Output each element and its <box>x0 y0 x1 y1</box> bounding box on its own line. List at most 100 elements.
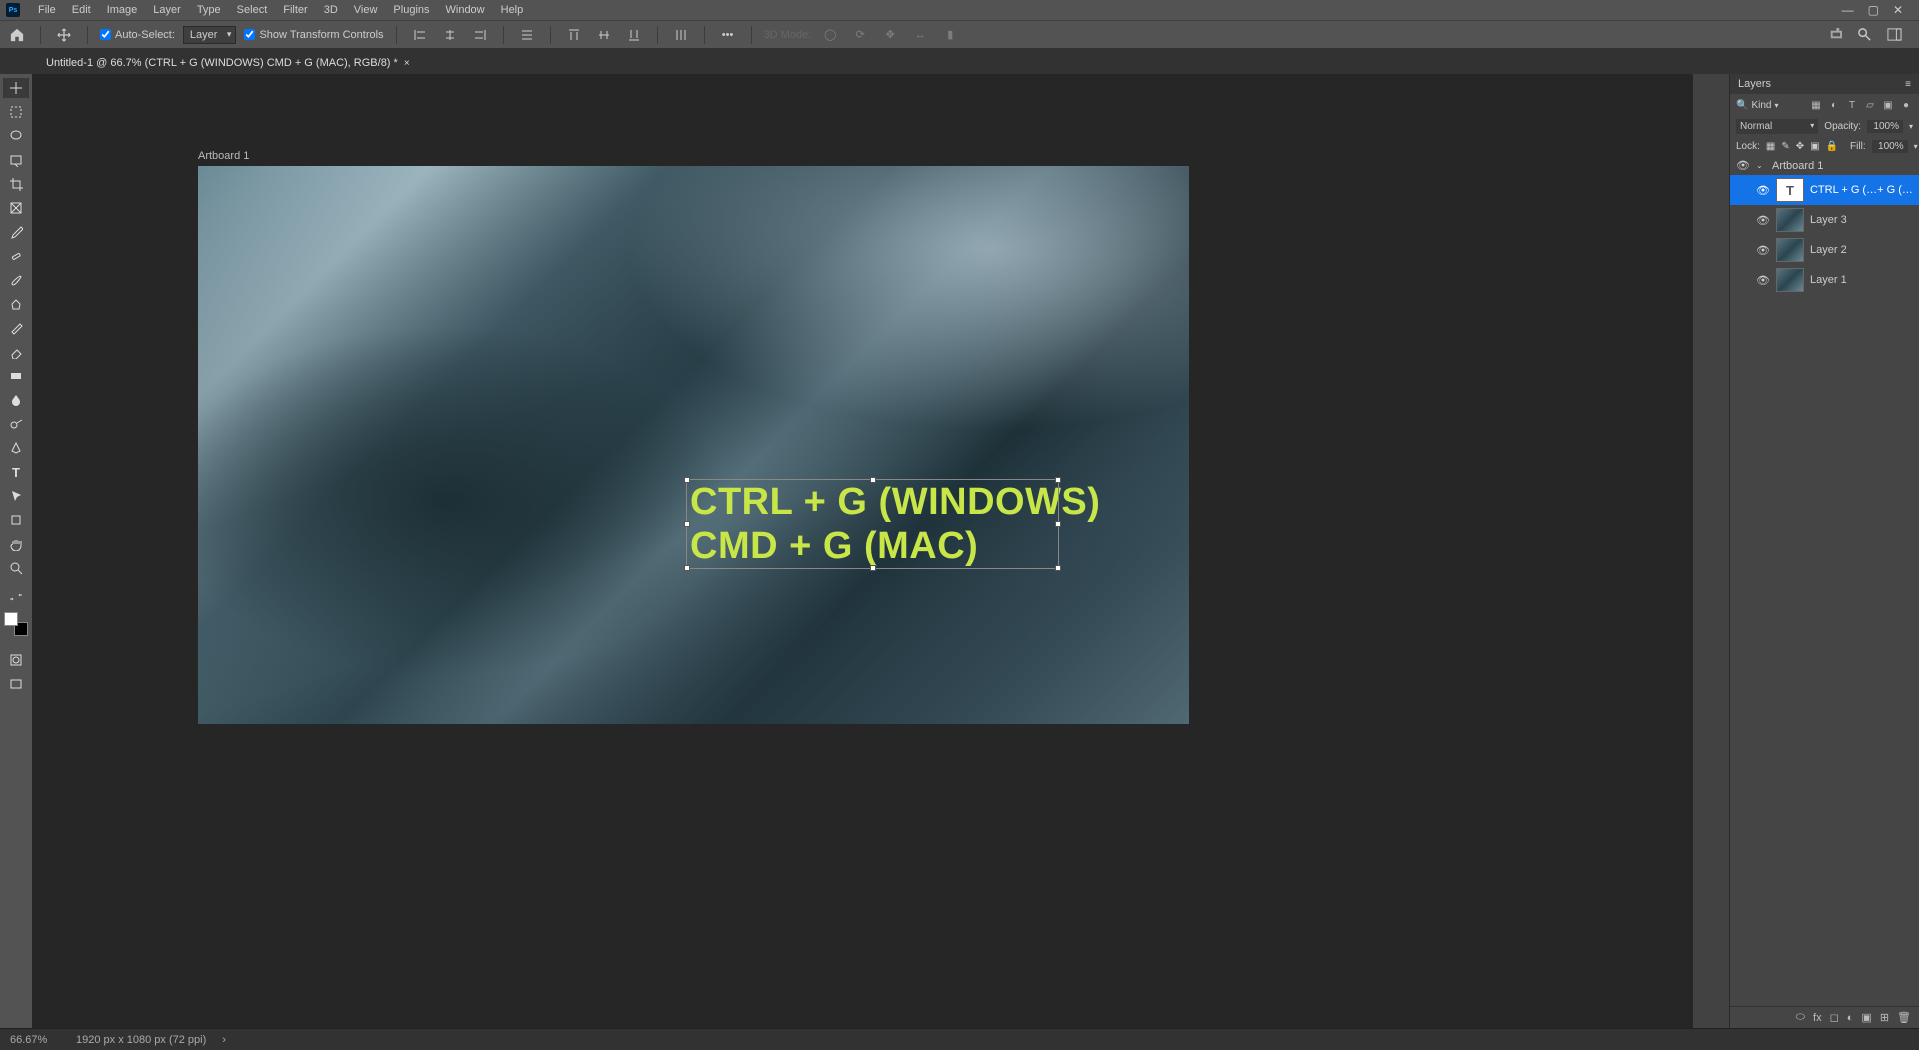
lasso-tool[interactable] <box>3 126 29 146</box>
menu-file[interactable]: File <box>30 4 64 16</box>
menu-type[interactable]: Type <box>189 4 229 16</box>
visibility-toggle-icon[interactable]: 👁 <box>1756 184 1770 197</box>
filter-toggle-icon[interactable]: ● <box>1899 98 1913 112</box>
panel-menu-icon[interactable]: ≡ <box>1905 79 1911 90</box>
share-icon[interactable] <box>1823 24 1845 46</box>
layer-artboard[interactable]: 👁 ⌄ Artboard 1 <box>1730 156 1919 175</box>
pen-tool[interactable] <box>3 438 29 458</box>
layer-item[interactable]: 👁 Layer 1 <box>1730 265 1919 295</box>
menu-layer[interactable]: Layer <box>145 4 189 16</box>
3d-pan-icon[interactable]: ✥ <box>879 24 901 46</box>
crop-tool[interactable] <box>3 174 29 194</box>
visibility-toggle-icon[interactable]: 👁 <box>1756 214 1770 227</box>
eraser-tool[interactable] <box>3 342 29 362</box>
layer-item-text[interactable]: 👁 T CTRL + G (…+ G (MAC) <box>1730 175 1919 205</box>
fill-value[interactable]: 100% <box>1872 140 1908 153</box>
align-hcenter-icon[interactable] <box>439 24 461 46</box>
minimize-button[interactable]: — <box>1842 3 1854 17</box>
status-caret-icon[interactable]: › <box>222 1034 226 1046</box>
path-select-tool[interactable] <box>3 486 29 506</box>
maximize-button[interactable]: ▢ <box>1868 3 1879 17</box>
move-tool-icon[interactable] <box>53 24 75 46</box>
handle-bottom-left[interactable] <box>684 565 690 571</box>
zoom-tool[interactable] <box>3 558 29 578</box>
visibility-toggle-icon[interactable]: 👁 <box>1756 244 1770 257</box>
3d-orbit-icon[interactable]: ◯ <box>819 24 841 46</box>
menu-edit[interactable]: Edit <box>64 4 99 16</box>
screen-mode-tool[interactable] <box>3 674 29 694</box>
handle-bottom-center[interactable] <box>870 565 876 571</box>
quick-mask-tool[interactable] <box>3 650 29 670</box>
artboard-label[interactable]: Artboard 1 <box>198 150 249 162</box>
layer-item[interactable]: 👁 Layer 3 <box>1730 205 1919 235</box>
lock-all-icon[interactable]: 🔒 <box>1826 141 1838 152</box>
filter-adjustment-icon[interactable]: ◐ <box>1827 98 1841 112</box>
handle-bottom-right[interactable] <box>1055 565 1061 571</box>
align-left-icon[interactable] <box>409 24 431 46</box>
align-right-icon[interactable] <box>469 24 491 46</box>
layer-thumbnail[interactable]: T <box>1776 178 1804 202</box>
menu-plugins[interactable]: Plugins <box>385 4 437 16</box>
gradient-tool[interactable] <box>3 366 29 386</box>
align-bottom-icon[interactable] <box>623 24 645 46</box>
frame-tool[interactable] <box>3 198 29 218</box>
filter-pixel-icon[interactable]: ▦ <box>1809 98 1823 112</box>
layer-thumbnail[interactable] <box>1776 208 1804 232</box>
filter-shape-icon[interactable]: ▱ <box>1863 98 1877 112</box>
type-tool[interactable]: T <box>3 462 29 482</box>
filter-smart-icon[interactable]: ▣ <box>1881 98 1895 112</box>
menu-help[interactable]: Help <box>493 4 532 16</box>
delete-layer-icon[interactable]: 🗑 <box>1897 1011 1911 1024</box>
history-brush-tool[interactable] <box>3 318 29 338</box>
transform-bounding-box[interactable] <box>686 479 1059 569</box>
menu-image[interactable]: Image <box>99 4 146 16</box>
lock-transparency-icon[interactable]: ▦ <box>1766 141 1775 152</box>
handle-top-center[interactable] <box>870 477 876 483</box>
lock-artboard-icon[interactable]: ▣ <box>1810 141 1819 152</box>
color-swatches[interactable] <box>4 612 28 636</box>
document-dimensions[interactable]: 1920 px x 1080 px (72 ppi) <box>76 1034 206 1046</box>
menu-3d[interactable]: 3D <box>316 4 346 16</box>
artboard-tool[interactable] <box>3 102 29 122</box>
menu-filter[interactable]: Filter <box>275 4 315 16</box>
menu-select[interactable]: Select <box>229 4 276 16</box>
layer-thumbnail[interactable] <box>1776 238 1804 262</box>
distribute-icon[interactable] <box>516 24 538 46</box>
document-tab[interactable]: Untitled-1 @ 66.7% (CTRL + G (WINDOWS) C… <box>36 52 420 74</box>
object-select-tool[interactable] <box>3 150 29 170</box>
filter-kind-dropdown[interactable]: 🔍 Kind ▾ <box>1736 100 1778 111</box>
handle-top-left[interactable] <box>684 477 690 483</box>
layer-thumbnail[interactable] <box>1776 268 1804 292</box>
layer-mask-icon[interactable]: ◻ <box>1830 1011 1839 1024</box>
auto-select-input[interactable] <box>100 29 111 40</box>
healing-tool[interactable] <box>3 246 29 266</box>
menu-window[interactable]: Window <box>438 4 493 16</box>
3d-roll-icon[interactable]: ⟳ <box>849 24 871 46</box>
new-layer-icon[interactable]: ⊞ <box>1880 1011 1889 1024</box>
handle-mid-right[interactable] <box>1055 521 1061 527</box>
blur-tool[interactable] <box>3 390 29 410</box>
clone-tool[interactable] <box>3 294 29 314</box>
group-layers-icon[interactable]: ▣ <box>1861 1011 1871 1024</box>
show-transform-input[interactable] <box>244 29 255 40</box>
artboard[interactable]: CTRL + G (WINDOWS) CMD + G (MAC) <box>198 166 1189 724</box>
collapsed-panel-strip[interactable] <box>1693 74 1729 1028</box>
opacity-value[interactable]: 100% <box>1867 120 1903 133</box>
home-icon[interactable] <box>6 24 28 46</box>
move-tool[interactable] <box>3 78 29 98</box>
align-top-icon[interactable] <box>563 24 585 46</box>
link-layers-icon[interactable]: ⬭ <box>1796 1011 1805 1024</box>
color-swap-icon[interactable] <box>3 592 29 602</box>
workspace-icon[interactable] <box>1883 24 1905 46</box>
zoom-level[interactable]: 66.67% <box>10 1034 60 1046</box>
close-button[interactable]: ✕ <box>1893 3 1903 17</box>
expand-caret-icon[interactable]: ⌄ <box>1756 161 1766 170</box>
visibility-toggle-icon[interactable]: 👁 <box>1756 274 1770 287</box>
lock-pixels-icon[interactable]: ✎ <box>1781 141 1789 152</box>
tab-close-icon[interactable]: × <box>404 58 410 69</box>
auto-select-checkbox[interactable]: Auto-Select: <box>100 29 175 41</box>
3d-slide-icon[interactable]: ↔ <box>909 24 931 46</box>
shape-tool[interactable] <box>3 510 29 530</box>
hand-tool[interactable] <box>3 534 29 554</box>
blend-mode-dropdown[interactable]: Normal <box>1736 119 1818 134</box>
